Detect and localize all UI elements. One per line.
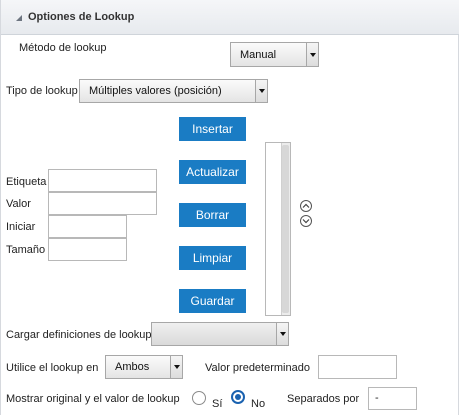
tipo-label: Tipo de lookup (6, 85, 78, 97)
valor-input[interactable] (48, 192, 157, 215)
radio-si[interactable] (192, 391, 206, 405)
iniciar-input[interactable] (48, 215, 127, 238)
iniciar-label: Iniciar (6, 221, 36, 233)
chevron-down-icon (170, 356, 182, 378)
metodo-value: Manual (240, 48, 277, 61)
chevron-down-circle-icon[interactable] (300, 215, 312, 227)
valor-label: Valor (6, 198, 31, 210)
etiqueta-label: Etiqueta (6, 176, 47, 188)
utilice-select[interactable]: Ambos (105, 355, 183, 379)
chevron-up-circle-icon[interactable] (300, 200, 312, 212)
cargar-label: Cargar definiciones de lookup (6, 329, 152, 341)
lookup-values-list[interactable] (265, 142, 291, 316)
panel-header[interactable]: Optiones de Lookup (1, 0, 459, 35)
panel-title: Optiones de Lookup (28, 11, 135, 23)
tipo-select[interactable]: Múltiples valores (posición) (79, 79, 268, 103)
chevron-down-icon (255, 80, 267, 102)
limpiar-button[interactable]: Limpiar (179, 246, 246, 270)
tamano-label: Tamaño (6, 244, 46, 256)
separados-label: Separados por (287, 393, 360, 405)
collapse-triangle-icon[interactable] (16, 15, 22, 21)
chevron-down-icon (306, 43, 318, 66)
scrollbar-thumb[interactable] (282, 145, 289, 313)
valor-predeterminado-label: Valor predeterminado (205, 362, 310, 374)
tipo-value: Múltiples valores (posición) (89, 85, 222, 97)
valor-predeterminado-input[interactable] (318, 355, 397, 379)
utilice-label: Utilice el lookup en (6, 362, 99, 374)
mostrar-label: Mostrar original y el valor de lookup (6, 393, 180, 405)
radio-no-label: No (251, 398, 266, 410)
chevron-down-icon (276, 323, 288, 345)
metodo-select[interactable]: Manual (230, 42, 319, 67)
radio-no[interactable] (231, 390, 245, 404)
borrar-button[interactable]: Borrar (179, 203, 246, 227)
radio-si-label: Sí (212, 398, 223, 410)
insertar-button[interactable]: Insertar (179, 117, 246, 141)
guardar-button[interactable]: Guardar (179, 289, 246, 313)
separados-input[interactable]: - (368, 387, 417, 410)
utilice-value: Ambos (115, 361, 150, 373)
cargar-select[interactable] (151, 322, 289, 346)
list-scrollbar[interactable] (281, 143, 290, 315)
tamano-input[interactable] (48, 238, 127, 261)
metodo-label: Método de lookup (19, 42, 107, 54)
actualizar-button[interactable]: Actualizar (179, 160, 246, 184)
etiqueta-input[interactable] (48, 169, 157, 192)
lookup-options-panel: Optiones de Lookup Método de lookup Manu… (0, 0, 459, 415)
